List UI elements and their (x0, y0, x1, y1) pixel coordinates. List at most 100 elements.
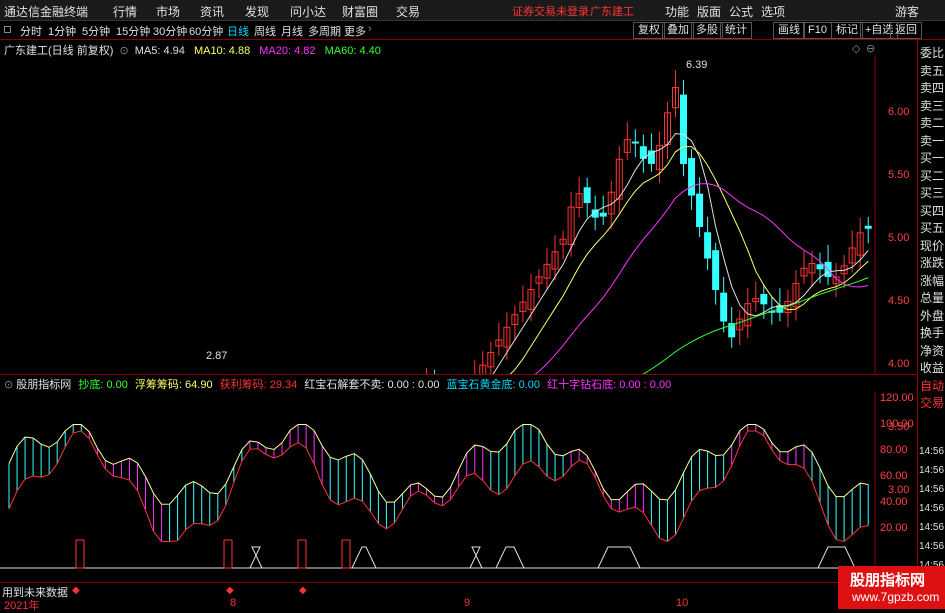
signal-column (341, 539, 351, 569)
price-tick: 4.50 (888, 295, 910, 308)
watermark-url: www.7gpzb.com (852, 590, 940, 604)
tool-back[interactable]: 返回 (890, 22, 922, 39)
menu-bar: 通达信金融终端 行情 市场 资讯 发现 问小达 财富圈 交易 证券交易未登录 广… (0, 0, 945, 21)
quote-label: 现价 (920, 238, 945, 253)
tool-f10[interactable]: F10 (803, 22, 832, 39)
indicator-bars (8, 424, 869, 542)
watermark: 股朋指标网 www.7gpzb.com (838, 566, 945, 609)
signal-icon-2[interactable]: ◆ (226, 585, 234, 596)
period-tick[interactable]: 分时 (20, 23, 42, 39)
candle-body (688, 158, 696, 196)
menu-function[interactable]: 功能 (665, 3, 689, 20)
tool-draw[interactable]: 画线 (773, 22, 805, 39)
trade-time: 14:56 (919, 541, 945, 552)
indicator-tick: 80.00 (880, 443, 908, 456)
high-price-label: 6.39 (686, 59, 708, 71)
menu-wealth[interactable]: 财富圈 (342, 3, 378, 20)
period-60min[interactable]: 60分钟 (189, 23, 223, 39)
bottom-bar: 用到未来数据 ◆ ◆ ◆ 2021年 8 9 10 (0, 582, 917, 612)
menu-ask[interactable]: 问小达 (290, 3, 326, 20)
price-tick: 5.00 (888, 232, 910, 245)
signal-triangle (597, 546, 641, 569)
indicator-chart[interactable] (0, 392, 917, 572)
menu-layout[interactable]: 版面 (697, 3, 721, 20)
trade-time: 14:56 (919, 522, 945, 533)
indicator-tick: 20.00 (880, 521, 908, 534)
candle-body (720, 292, 728, 322)
quote-label: 交易 (920, 396, 945, 410)
menu-news[interactable]: 资讯 (200, 3, 224, 20)
watermark-title: 股朋指标网 (850, 572, 926, 589)
quote-label: 外盘 (920, 308, 945, 323)
period-5min[interactable]: 5分钟 (82, 23, 110, 39)
guest-label[interactable]: 游客 (895, 3, 919, 20)
tool-stats[interactable]: 统计 (720, 22, 752, 39)
quote-label: 涨幅 (920, 273, 945, 288)
chevron-right-icon[interactable]: › (368, 23, 372, 35)
kline-chart[interactable] (0, 56, 917, 374)
login-warning[interactable]: 证券交易未登录 (512, 3, 589, 19)
signal-triangle (817, 546, 856, 569)
menu-market[interactable]: 市场 (156, 3, 180, 20)
ind-fuchou: 浮筹筹码: 64.90 (134, 379, 213, 391)
quote-label: 买五 (920, 221, 945, 235)
app-title: 通达信金融终端 (4, 5, 89, 19)
quote-label: 卖三 (920, 98, 945, 113)
date-sep: 9 (464, 597, 471, 609)
indicator-info-line: ⊙ 股朋指标网 抄底: 0.00 浮筹筹码: 64.90 获利筹码: 29.34… (4, 376, 874, 391)
tool-mark[interactable]: 标记 (831, 22, 863, 39)
period-weekly[interactable]: 周线 (254, 23, 276, 39)
ind-lanbaoshi: 蓝宝石黄金底: 0.00 (446, 379, 541, 391)
quote-label: 收益 (920, 361, 945, 375)
signal-triangle (249, 546, 263, 569)
price-tick: 4.00 (888, 358, 910, 371)
period-bar: 分时 1分钟 5分钟 15分钟 30分钟 60分钟 日线 周线 月线 多周期 更… (0, 21, 945, 40)
period-more[interactable]: 更多 (344, 23, 366, 39)
period-monthly[interactable]: 月线 (281, 23, 303, 39)
candle-body (816, 264, 824, 270)
menu-trade[interactable]: 交易 (396, 3, 420, 20)
signal-column (75, 539, 85, 569)
quote-label: 委比 (920, 46, 945, 60)
indicator-settings-icon[interactable]: ⊙ (4, 379, 13, 391)
quote-panel: 委比 卖五 卖四 卖三 卖二 卖一 买一 买二 买三 买四 买五 现价 涨跌 涨幅 总量 外盘 换手 净资 收益 自动… (917, 40, 945, 609)
candle-body (631, 141, 639, 144)
menu-quotes[interactable]: 行情 (113, 3, 137, 20)
tool-multistock[interactable]: 多股 (691, 22, 723, 39)
menu-discover[interactable]: 发现 (245, 3, 269, 20)
main-info-line: 广东建工(日线 前复权) ⊙ MA5: 4.94 MA10: 4.88 MA20… (4, 42, 874, 57)
ma-line (534, 183, 869, 374)
ind-chaodi: 抄底: 0.00 (78, 379, 128, 391)
period-1min[interactable]: 1分钟 (48, 23, 76, 39)
minimize-icon[interactable]: ⊖ (866, 42, 875, 55)
period-daily[interactable]: 日线 (227, 23, 249, 39)
tool-overlay[interactable]: 叠加 (662, 22, 694, 39)
signal-icon-1[interactable]: ◆ (72, 585, 80, 596)
low-price-label: 2.87 (206, 350, 228, 362)
candle-body (680, 94, 688, 165)
ind-hongshizi: 红十字钻石底: 0.00 : 0.00 (547, 379, 672, 391)
trade-time: 14:56 (919, 465, 945, 476)
menu-options[interactable]: 选项 (761, 3, 785, 20)
indicator-tick: 120.00 (880, 391, 914, 404)
quote-label: 总量 (920, 291, 945, 305)
signal-triangle (469, 546, 483, 569)
period-multi[interactable]: 多周期 (308, 23, 341, 39)
diamond-icon[interactable]: ◇ (852, 42, 860, 55)
price-tick: 6.00 (888, 106, 910, 119)
quote-label: 卖四 (920, 81, 945, 95)
signal-icon-3[interactable]: ◆ (299, 585, 307, 596)
period-15min[interactable]: 15分钟 (116, 23, 150, 39)
candle-body (864, 225, 872, 229)
date-2021: 2021年 (4, 600, 40, 612)
menu-formula[interactable]: 公式 (729, 3, 753, 20)
quote-label: 涨跌 (920, 256, 945, 270)
price-tick: 5.50 (888, 169, 910, 182)
date-oct: 10 (676, 597, 689, 609)
quote-label: 卖五 (920, 63, 945, 78)
period-30min[interactable]: 30分钟 (153, 23, 187, 39)
collapse-icon[interactable] (4, 26, 11, 33)
candle-body (696, 193, 704, 228)
indicator-tick: 100.00 (880, 417, 914, 430)
tool-adjust[interactable]: 复权 (633, 22, 665, 39)
